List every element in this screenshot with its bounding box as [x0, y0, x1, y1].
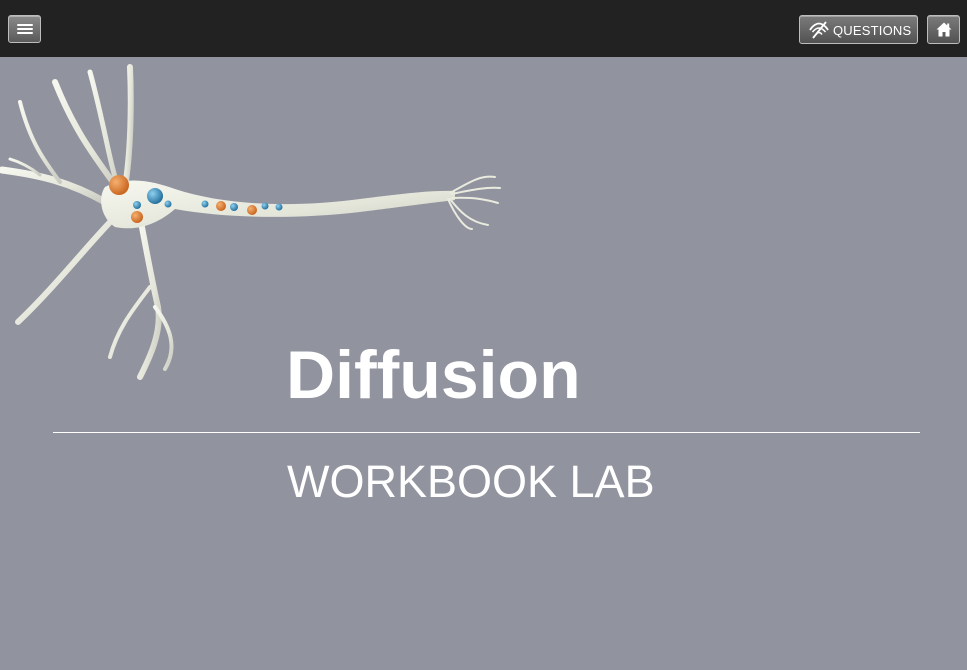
axon: [101, 175, 501, 230]
questions-label: QUESTIONS: [833, 23, 912, 38]
page-subtitle: WORKBOOK LAB: [287, 456, 655, 507]
page-title: Diffusion: [286, 337, 581, 413]
hamburger-menu-icon: [17, 24, 33, 35]
hidden-eye-icon: [809, 21, 829, 39]
menu-button[interactable]: [8, 15, 41, 43]
home-button[interactable]: [927, 15, 960, 44]
home-icon: [936, 22, 952, 37]
questions-button[interactable]: QUESTIONS: [799, 15, 918, 44]
top-toolbar: QUESTIONS: [0, 0, 967, 57]
title-divider: [53, 432, 920, 433]
